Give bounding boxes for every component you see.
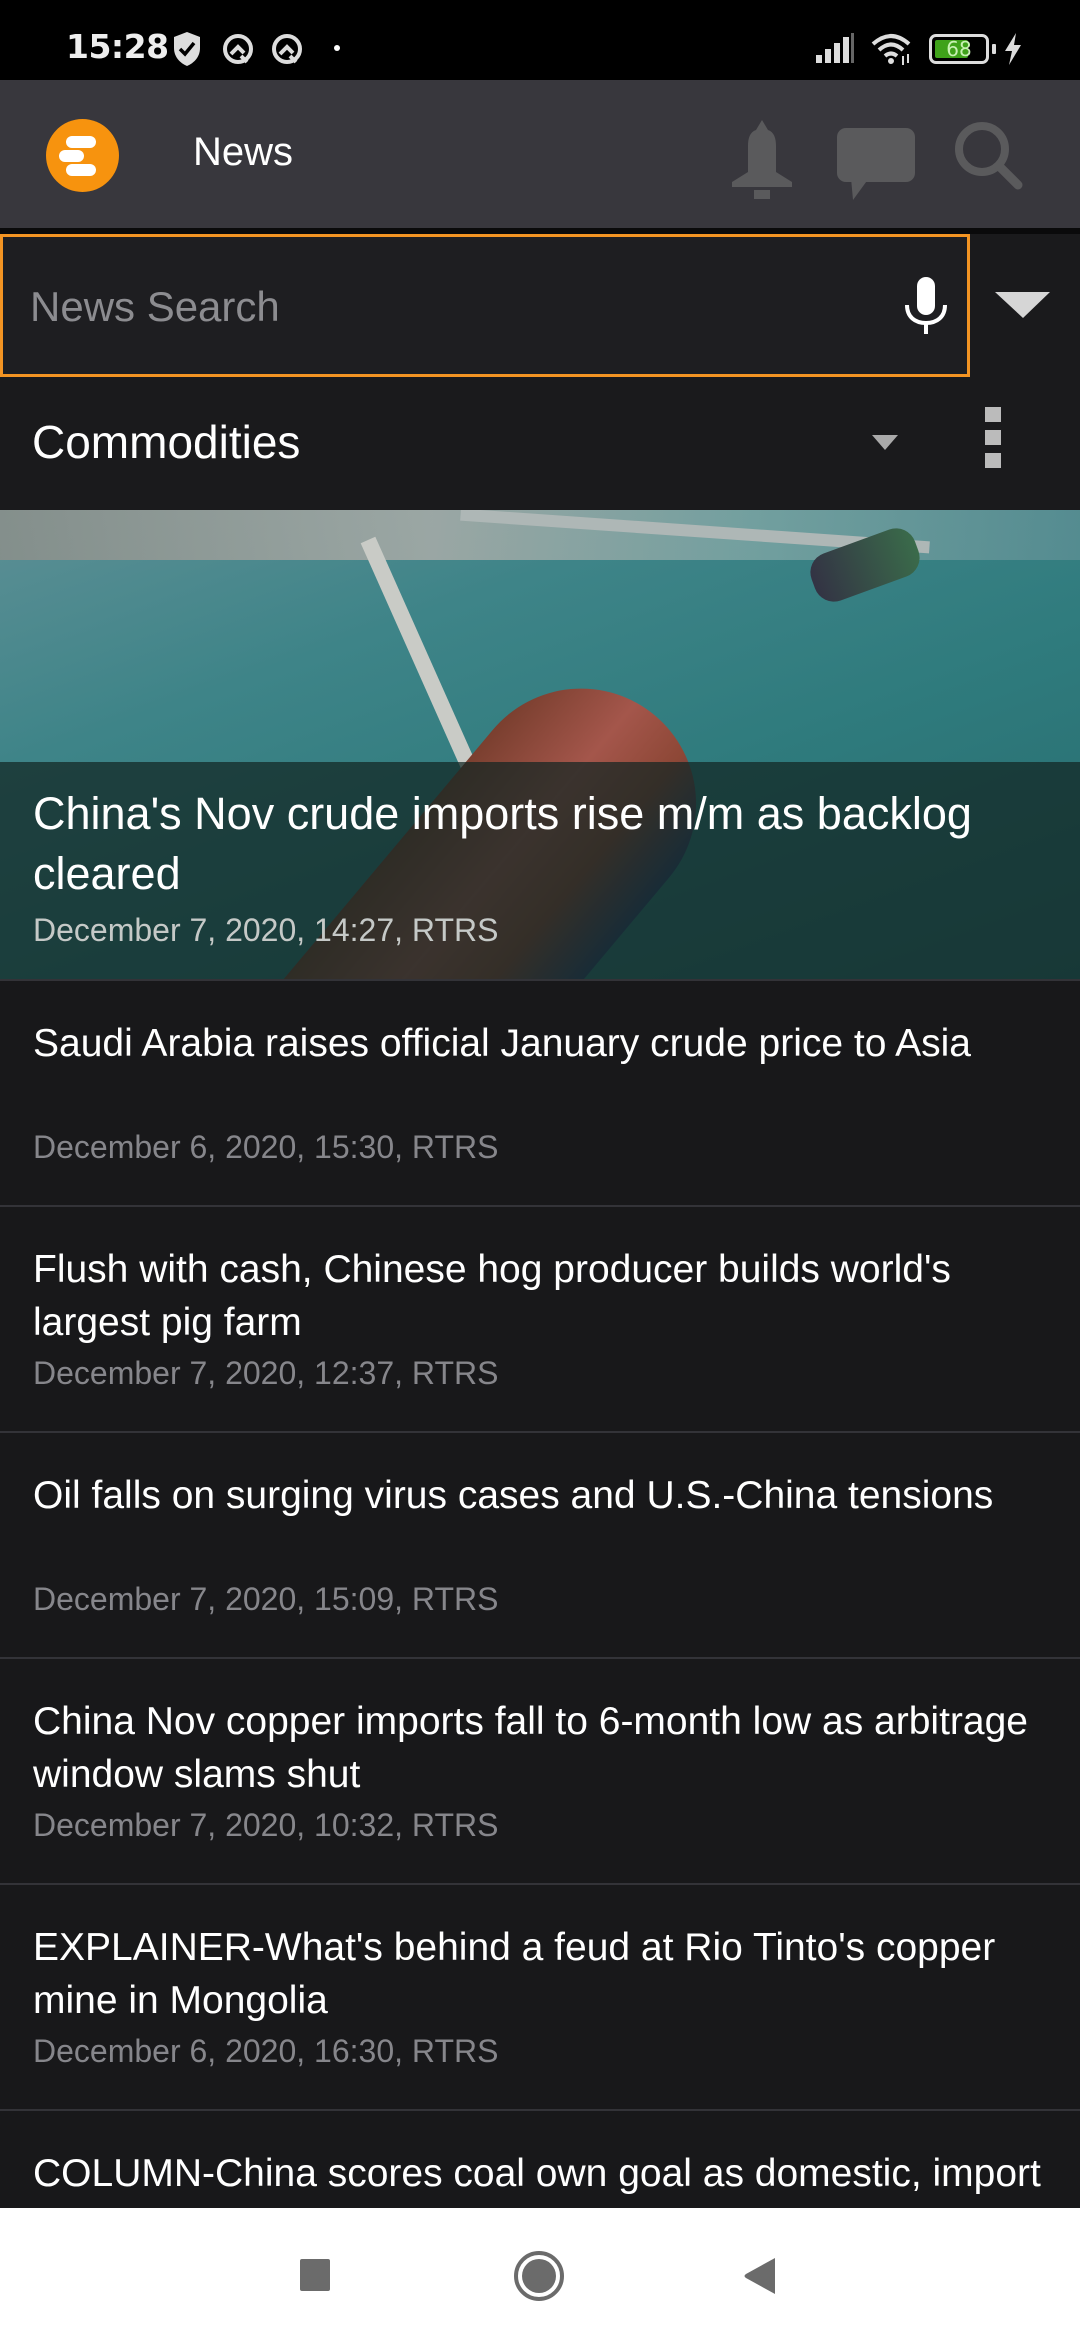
featured-meta: December 7, 2020, 14:27, RTRS xyxy=(33,912,499,948)
featured-title[interactable]: China's Nov crude imports rise m/m as ba… xyxy=(33,784,1063,904)
category-dropdown[interactable]: Commodities xyxy=(32,415,300,469)
news-meta: December 7, 2020, 15:09, RTRS xyxy=(33,1581,499,1617)
bell-icon[interactable] xyxy=(728,120,796,200)
chevron-down-icon[interactable] xyxy=(872,435,898,450)
news-meta: December 7, 2020, 12:37, RTRS xyxy=(33,1355,499,1391)
news-meta: December 6, 2020, 16:30, RTRS xyxy=(33,2033,499,2069)
home-circle-icon[interactable] xyxy=(513,2250,565,2302)
logo-bar xyxy=(66,164,96,176)
news-title: Saudi Arabia raises official January cru… xyxy=(33,1022,971,1065)
kebab-dot xyxy=(985,453,1001,468)
system-nav-bar xyxy=(0,2208,1080,2340)
notification-dot xyxy=(334,45,340,51)
featured-news-card[interactable]: China's Nov crude imports rise m/m as ba… xyxy=(0,510,1080,979)
more-options-icon[interactable] xyxy=(985,407,1005,477)
status-time: 15:28 xyxy=(66,27,169,66)
search-box xyxy=(0,234,970,377)
page-title: News xyxy=(193,130,294,174)
news-list-item[interactable]: China Nov copper imports fall to 6-month… xyxy=(0,1657,1080,1883)
search-options-dropdown-icon[interactable] xyxy=(990,284,1060,324)
search-row xyxy=(0,234,1080,377)
recents-square-icon[interactable] xyxy=(298,2258,332,2292)
app-header: News xyxy=(0,80,1080,228)
news-list: Saudi Arabia raises official January cru… xyxy=(0,979,1080,2335)
news-title: EXPLAINER-What's behind a feud at Rio Ti… xyxy=(33,1926,996,2022)
logo-bar xyxy=(66,136,96,148)
news-list-item[interactable]: Flush with cash, Chinese hog producer bu… xyxy=(0,1205,1080,1431)
news-title: Flush with cash, Chinese hog producer bu… xyxy=(33,1248,951,1344)
charging-bolt-icon xyxy=(1005,33,1021,65)
status-bar: 15:28 68 xyxy=(0,0,1080,80)
microphone-icon[interactable] xyxy=(903,277,949,335)
vpn-q-icon xyxy=(272,34,302,64)
battery-icon: 68 xyxy=(929,34,989,64)
news-meta: December 7, 2020, 10:32, RTRS xyxy=(33,1807,499,1843)
news-title: Oil falls on surging virus cases and U.S… xyxy=(33,1474,994,1517)
search-icon[interactable] xyxy=(955,122,1023,190)
back-triangle-icon[interactable] xyxy=(740,2256,780,2296)
news-meta: December 6, 2020, 15:30, RTRS xyxy=(33,1129,499,1165)
shield-check-icon xyxy=(174,32,200,66)
battery-level: 68 xyxy=(946,37,972,61)
battery-cap xyxy=(992,44,996,54)
wifi-icon xyxy=(871,34,911,65)
app-logo-menu-button[interactable] xyxy=(46,119,119,192)
news-list-item[interactable]: EXPLAINER-What's behind a feud at Rio Ti… xyxy=(0,1883,1080,2109)
news-title: China Nov copper imports fall to 6-month… xyxy=(33,1700,1028,1796)
logo-bar xyxy=(59,150,84,162)
signal-icon xyxy=(816,33,854,63)
chat-bubble-icon[interactable] xyxy=(837,128,915,200)
vpn-q-icon xyxy=(223,34,253,64)
news-list-item[interactable]: Oil falls on surging virus cases and U.S… xyxy=(0,1431,1080,1657)
kebab-dot xyxy=(985,430,1001,445)
kebab-dot xyxy=(985,407,1001,422)
category-selector-row: Commodities xyxy=(0,377,1080,510)
news-search-input[interactable] xyxy=(30,267,850,347)
news-list-item[interactable]: Saudi Arabia raises official January cru… xyxy=(0,979,1080,1205)
